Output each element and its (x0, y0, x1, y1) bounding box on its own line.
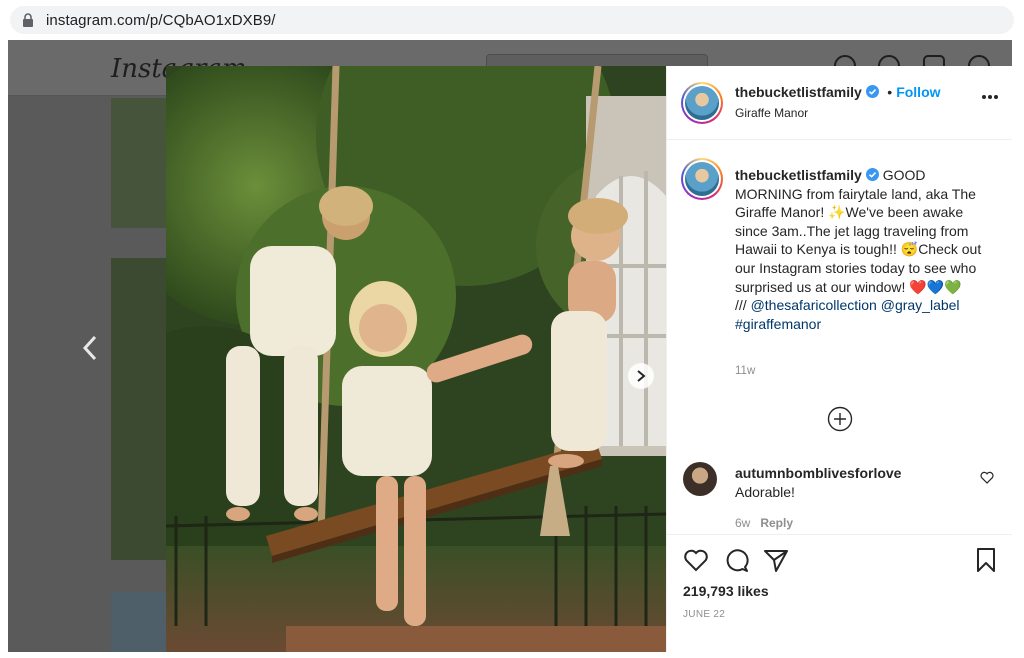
caption-time[interactable]: 11w (735, 365, 755, 377)
next-image-button[interactable] (628, 363, 654, 389)
post-header: thebucketlistfamily • Follow Giraffe Mano… (667, 66, 1012, 140)
post-caption: thebucketlistfamily GOOD MORNING from fa… (735, 166, 997, 333)
url-field[interactable]: instagram.com/p/CQbAO1xDXB9/ (10, 6, 1014, 34)
page-frame: Instagram (8, 40, 1012, 652)
likes-count[interactable]: 219,793 likes (683, 583, 769, 599)
mention-link[interactable]: @thesafaricollection (751, 297, 877, 313)
comment-icon[interactable] (723, 547, 749, 573)
post-header-info: thebucketlistfamily • Follow Giraffe Mano… (735, 84, 941, 120)
lock-icon[interactable] (22, 13, 34, 27)
hashtag-link[interactable]: #giraffemanor (735, 316, 821, 332)
caption-avatar[interactable] (681, 158, 723, 200)
commenter-avatar[interactable] (683, 462, 717, 496)
caption-slashes: /// (735, 297, 747, 314)
author-avatar[interactable] (681, 82, 723, 124)
post-actions: 219,793 likes JUNE 22 (667, 534, 1012, 652)
url-text: instagram.com/p/CQbAO1xDXB9/ (46, 11, 276, 29)
chevron-right-icon (637, 370, 646, 382)
share-icon[interactable] (763, 547, 789, 573)
post-modal: thebucketlistfamily • Follow Giraffe Mano… (166, 66, 1012, 652)
more-icon[interactable] (981, 94, 999, 100)
post-sidebar: thebucketlistfamily • Follow Giraffe Mano… (666, 66, 1012, 652)
comment-heart-icon[interactable] (980, 471, 994, 484)
comment-meta: 6w Reply (735, 516, 793, 530)
comment-text: Adorable! (735, 484, 795, 500)
chevron-left-icon[interactable] (80, 333, 100, 363)
verified-icon (865, 168, 879, 181)
background-thumbnail (111, 98, 171, 228)
post-location[interactable]: Giraffe Manor (735, 106, 941, 120)
post-photo[interactable] (166, 66, 666, 652)
mention-link[interactable]: @gray_label (881, 297, 960, 313)
caption-text: GOOD MORNING from fairytale land, aka Th… (735, 167, 982, 295)
background-thumbnail (111, 258, 171, 560)
browser-address-bar: instagram.com/p/CQbAO1xDXB9/ (0, 0, 1024, 40)
author-username[interactable]: thebucketlistfamily (735, 84, 862, 100)
bookmark-icon[interactable] (973, 547, 999, 573)
post-image (166, 66, 666, 652)
verified-icon (865, 85, 879, 98)
plus-circle-icon[interactable] (827, 406, 853, 432)
heart-icon[interactable] (683, 547, 709, 573)
comment: autumnbomblivesforlove Adorable! (735, 464, 901, 502)
commenter-username[interactable]: autumnbomblivesforlove (735, 464, 901, 483)
reply-button[interactable]: Reply (760, 516, 793, 530)
caption-username[interactable]: thebucketlistfamily (735, 167, 862, 183)
follow-separator: • (887, 84, 893, 100)
background-thumbnail (111, 592, 171, 652)
follow-button[interactable]: Follow (896, 84, 940, 100)
comment-time[interactable]: 6w (735, 516, 750, 530)
post-date[interactable]: JUNE 22 (683, 609, 725, 620)
